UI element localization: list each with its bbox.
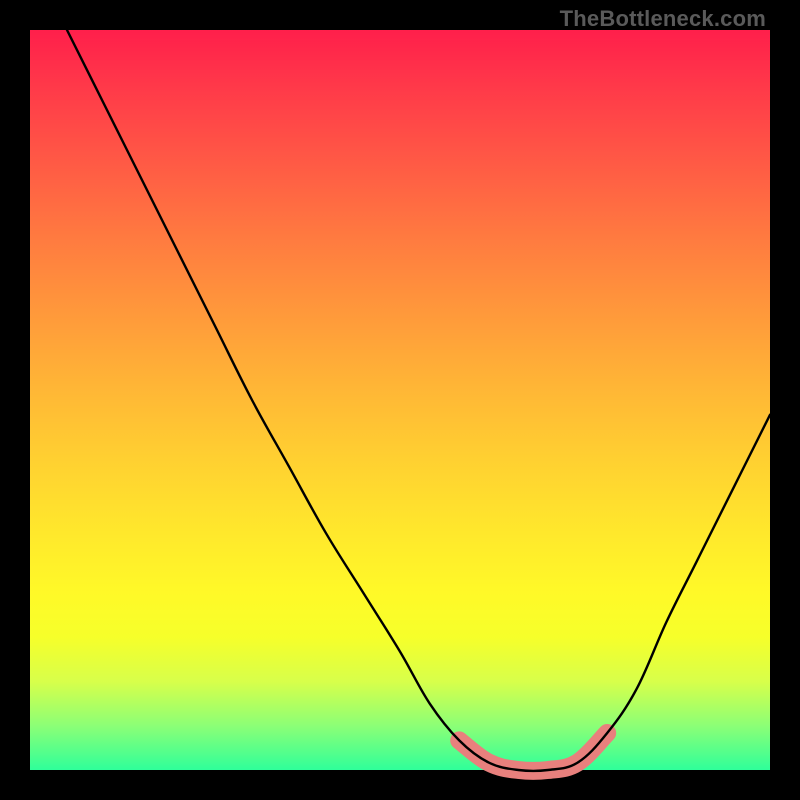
bottleneck-curve-line <box>67 30 770 771</box>
chart-svg <box>30 30 770 770</box>
watermark-label: TheBottleneck.com <box>560 6 766 32</box>
chart-stage: TheBottleneck.com <box>0 0 800 800</box>
optimal-band-line <box>459 733 607 771</box>
plot-area <box>30 30 770 770</box>
